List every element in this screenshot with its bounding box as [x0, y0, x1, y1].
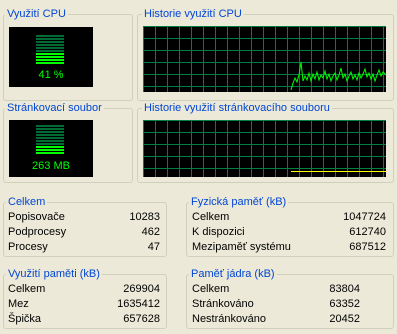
- table-value: 269904: [123, 283, 160, 295]
- kernel-memory-title: Paměť jádra (kB): [189, 268, 277, 281]
- cpu-usage-title: Využití CPU: [5, 8, 68, 21]
- pagefile-history-graph: [143, 120, 386, 177]
- pagefile-meter-segment: [36, 134, 64, 136]
- cpu-meter-segment: [36, 41, 64, 43]
- pagefile-meter-segment: [36, 140, 64, 142]
- totals-row-threads: Podprocesy 462: [8, 225, 160, 240]
- table-value: 63352: [329, 298, 360, 310]
- commit-charge-title: Využití paměti (kB): [6, 268, 102, 281]
- table-label: Mezipaměť systému: [192, 241, 291, 253]
- kernel-row-nonpaged: Nestránkováno 20452: [192, 312, 360, 327]
- table-value: 20452: [329, 313, 360, 325]
- cpu-meter-segment: [36, 35, 64, 37]
- table-label: K dispozici: [192, 226, 245, 238]
- pagefile-meter-segment: [36, 131, 64, 133]
- commit-row-total: Celkem 269904: [8, 282, 160, 297]
- cpu-meter-segment: [36, 56, 64, 58]
- table-value: 657628: [123, 313, 160, 325]
- pagefile-meter-segment: [36, 125, 64, 127]
- table-label: Popisovače: [8, 211, 65, 223]
- cpu-history-graph: [143, 26, 386, 92]
- table-value: 1635412: [117, 298, 160, 310]
- table-label: Celkem: [192, 211, 230, 223]
- kernel-row-total: Celkem 83804: [192, 282, 360, 297]
- table-label: Nestránkováno: [192, 313, 266, 325]
- pagefile-meter-segment: [36, 137, 64, 139]
- cpu-meter-segment: [36, 59, 64, 61]
- cpu-history-title: Historie využití CPU: [142, 8, 244, 21]
- cpu-meter-segment: [36, 47, 64, 49]
- cpu-meter-segment: [36, 62, 64, 64]
- table-value: 83804: [329, 283, 360, 295]
- pagefile-usage-bar: [36, 125, 64, 155]
- totals-row-handles: Popisovače 10283: [8, 210, 160, 225]
- physical-row-total: Celkem 1047724: [192, 210, 386, 225]
- cpu-usage-value: 41 %: [38, 69, 64, 81]
- table-label: Procesy: [8, 241, 48, 253]
- table-label: Celkem: [192, 283, 230, 295]
- table-label: Stránkováno: [192, 298, 254, 310]
- table-label: Podprocesy: [8, 226, 67, 238]
- table-label: Celkem: [8, 283, 46, 295]
- physical-row-available: K dispozici 612740: [192, 225, 386, 240]
- pagefile-usage-meter: 263 MB: [9, 120, 93, 177]
- pagefile-meter-segment: [36, 146, 64, 148]
- table-value: 687512: [349, 241, 386, 253]
- table-value: 10283: [129, 211, 160, 223]
- table-label: Špička: [8, 313, 42, 325]
- totals-title: Celkem: [6, 196, 48, 209]
- pagefile-usage-value: 263 MB: [32, 160, 70, 172]
- table-label: Mez: [8, 298, 29, 310]
- table-value: 462: [141, 226, 160, 238]
- commit-row-peak: Špička 657628: [8, 312, 160, 327]
- pagefile-meter-segment: [36, 143, 64, 145]
- cpu-meter-segment: [36, 50, 64, 52]
- cpu-usage-meter: 41 %: [9, 27, 93, 87]
- pagefile-meter-segment: [36, 128, 64, 130]
- table-value: 612740: [349, 226, 386, 238]
- cpu-meter-segment: [36, 44, 64, 46]
- table-value: 47: [147, 241, 160, 253]
- physical-row-system-cache: Mezipaměť systému 687512: [192, 240, 386, 255]
- pagefile-meter-segment: [36, 149, 64, 151]
- pagefile-meter-segment: [36, 152, 64, 154]
- cpu-meter-segment: [36, 38, 64, 40]
- pagefile-history-title: Historie využití stránkovacího souboru: [142, 102, 332, 115]
- physical-memory-title: Fyzická paměť (kB): [189, 196, 289, 209]
- pagefile-usage-title: Stránkovací soubor: [5, 102, 104, 115]
- cpu-usage-bar: [36, 33, 64, 65]
- cpu-meter-segment: [36, 53, 64, 55]
- commit-row-limit: Mez 1635412: [8, 297, 160, 312]
- kernel-row-paged: Stránkováno 63352: [192, 297, 360, 312]
- totals-row-processes: Procesy 47: [8, 240, 160, 255]
- table-value: 1047724: [343, 211, 386, 223]
